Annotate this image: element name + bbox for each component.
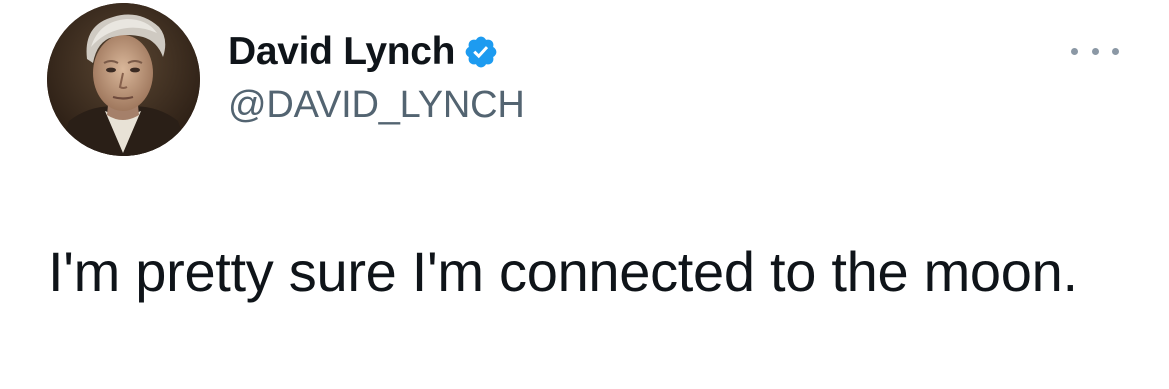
more-dot-icon	[1071, 47, 1078, 55]
avatar-photo	[47, 3, 200, 156]
author-name-row: David Lynch	[228, 30, 499, 74]
more-dot-icon	[1112, 47, 1119, 55]
verified-badge-icon	[463, 34, 499, 70]
tweet-text: I'm pretty sure I'm connected to the moo…	[48, 240, 1078, 303]
tweet-card: David Lynch @DAVID_LYNCH I'm pretty sure…	[0, 0, 1169, 389]
author-display-name[interactable]: David Lynch	[228, 30, 455, 74]
avatar[interactable]	[47, 3, 200, 156]
more-options-button[interactable]	[1071, 38, 1119, 64]
author-handle[interactable]: @DAVID_LYNCH	[228, 84, 525, 127]
more-dot-icon	[1091, 47, 1099, 55]
